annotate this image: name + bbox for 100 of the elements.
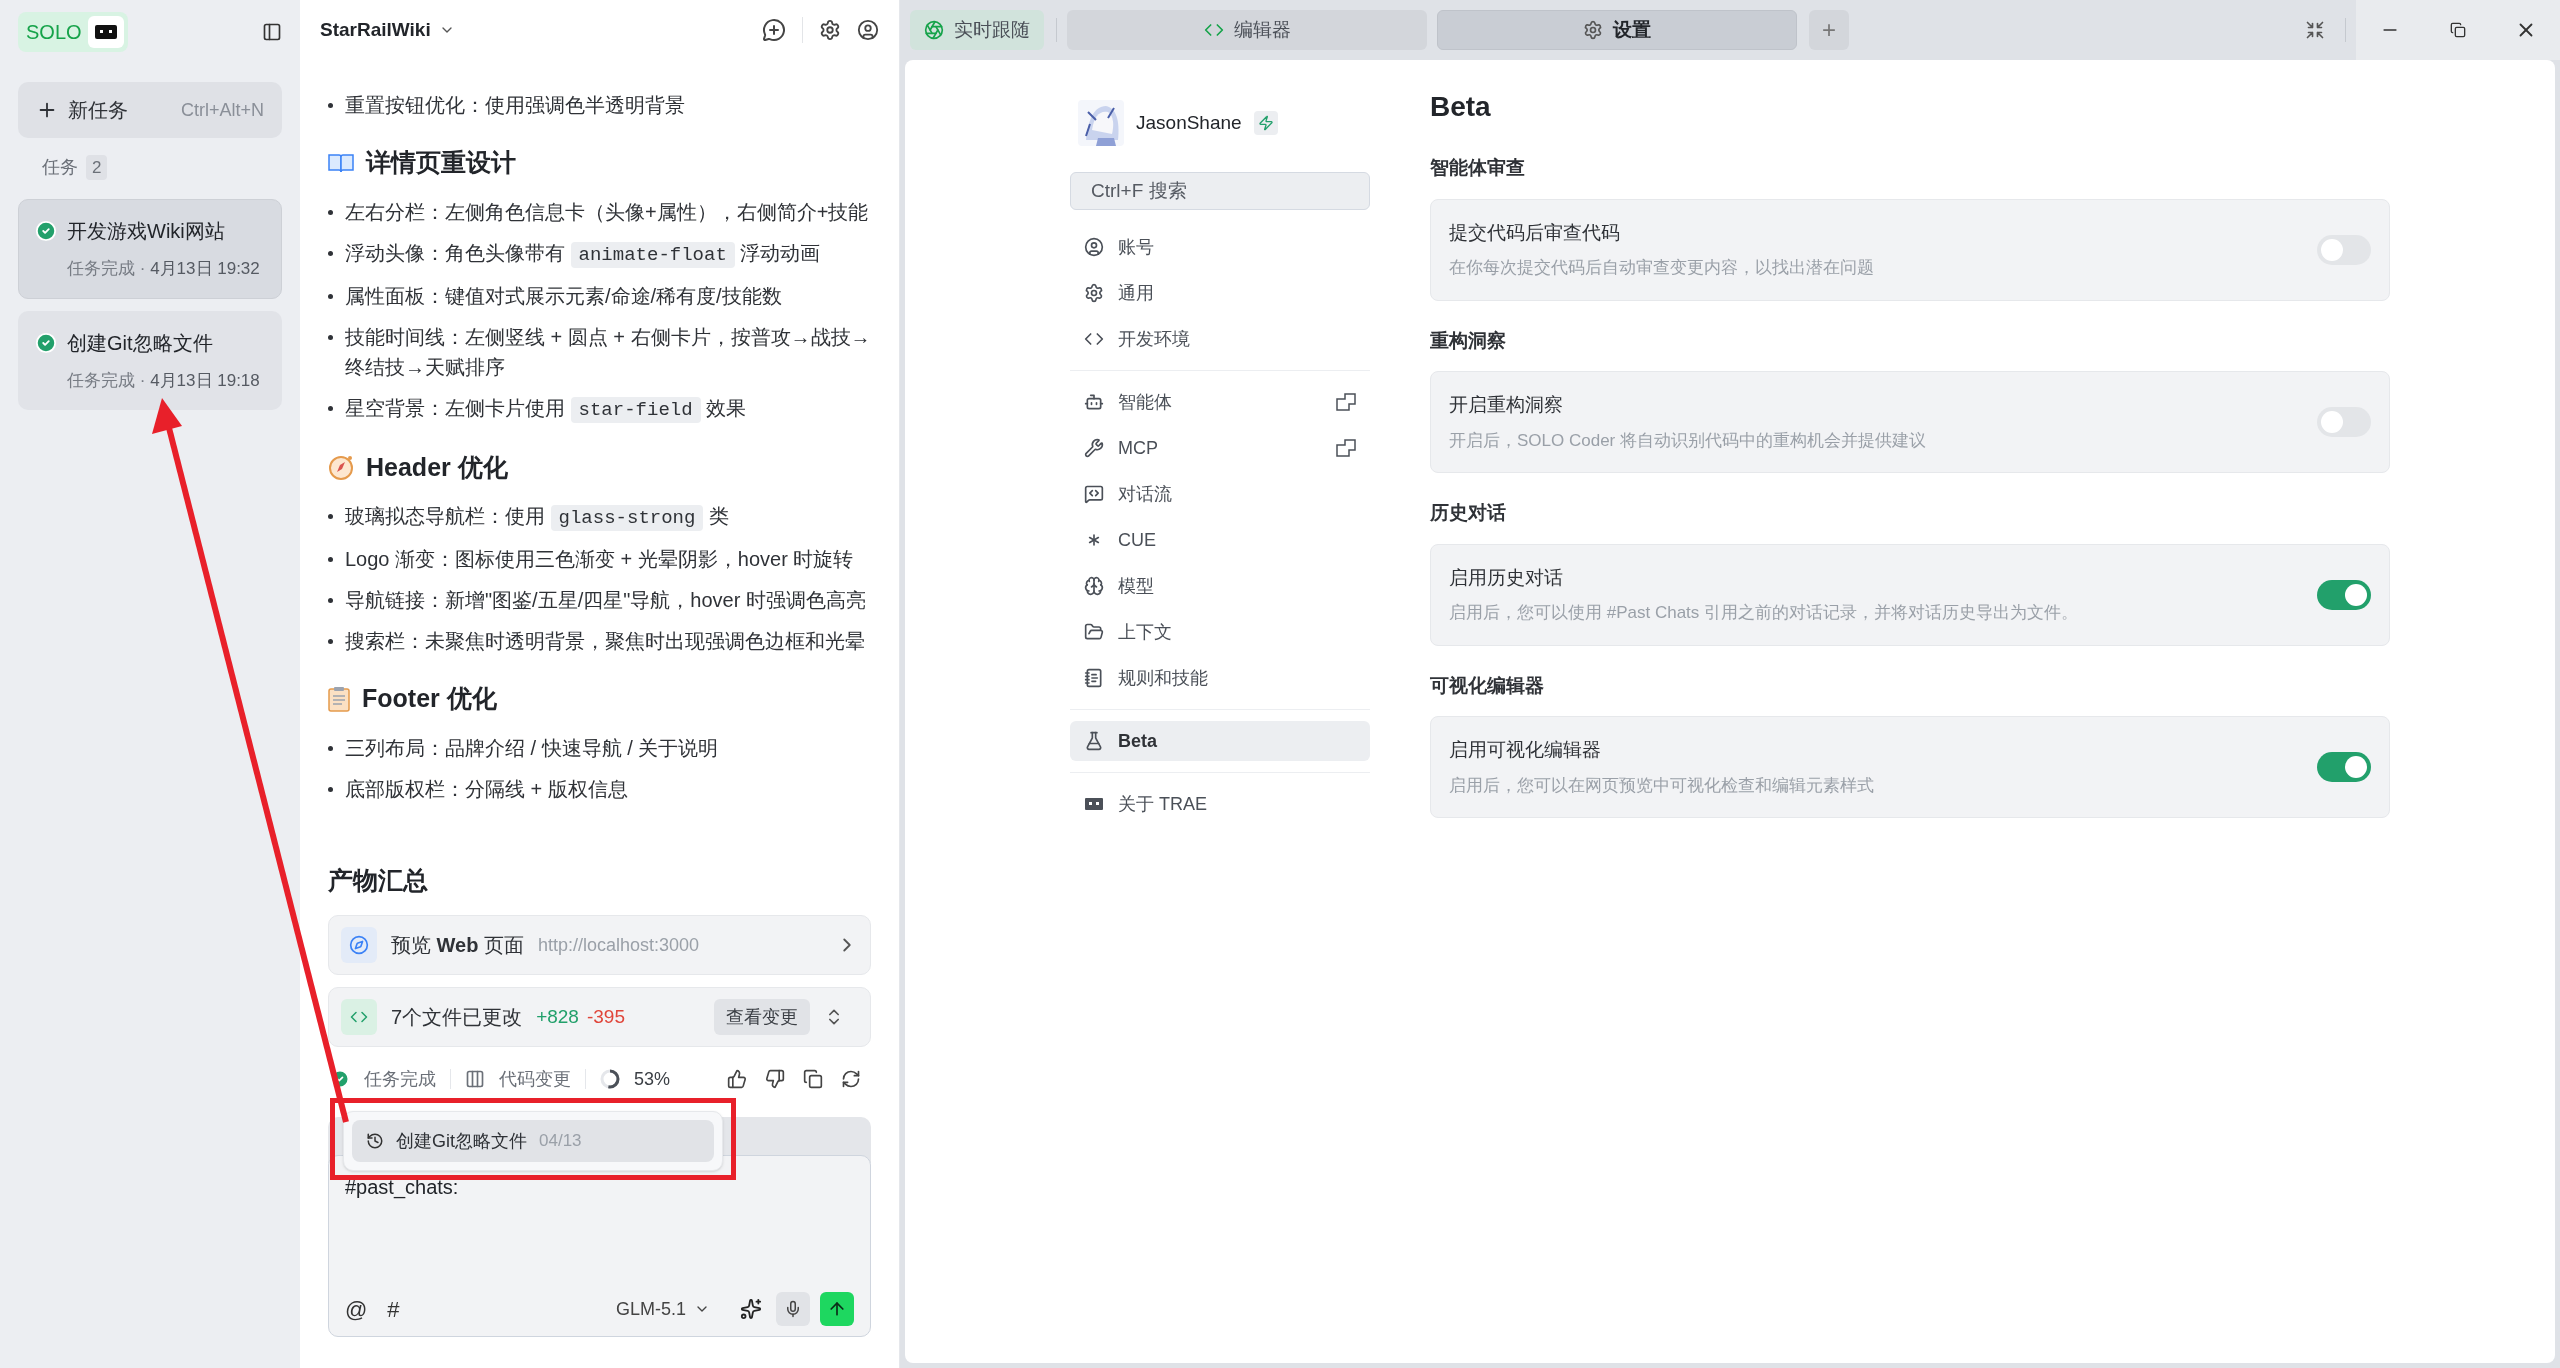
hash-button[interactable]: # — [387, 1292, 400, 1326]
compass-icon — [328, 454, 354, 481]
history-icon — [366, 1132, 384, 1150]
preview-card[interactable]: 预览 Web 页面 http://localhost:3000 — [328, 915, 871, 975]
top-tab[interactable]: 实时跟随 — [910, 10, 1044, 50]
top-tab[interactable]: 设置 — [1437, 10, 1797, 50]
clipboard-icon — [328, 685, 350, 712]
list-item-text: 浮动头像：角色头像带有 animate-float 浮动动画 — [345, 240, 821, 270]
logo-icon — [1084, 796, 1104, 812]
list-item-text: 重置按钮优化：使用强调色半透明背景 — [345, 93, 685, 118]
brain-icon — [1084, 576, 1104, 596]
setting-description: 启用后，您可以使用 #Past Chats 引用之前的对话记录，并将对话历史导出为文件。 — [1449, 602, 2079, 624]
thumbs-down-icon[interactable] — [765, 1069, 785, 1089]
section-heading: Footer 优化 — [362, 683, 497, 714]
model-selector[interactable]: GLM-5.1 — [615, 1295, 710, 1323]
changes-label: 7个文件已更改 — [391, 1005, 523, 1030]
setting-description: 启用后，您可以在网页预览中可视化检查和编辑元素样式 — [1449, 774, 1874, 797]
section-heading: Header 优化 — [366, 451, 508, 483]
toggle-switch[interactable] — [2317, 579, 2371, 610]
microphone-icon — [784, 1300, 802, 1318]
nav-item[interactable]: 对话流 — [1070, 474, 1370, 514]
section-heading: 重构洞察 — [1430, 328, 1507, 353]
sparkles-icon[interactable] — [740, 1298, 762, 1320]
settings-icon — [1084, 283, 1104, 303]
user-icon — [1084, 237, 1104, 257]
account-icon[interactable] — [857, 19, 879, 41]
microphone-button[interactable] — [776, 1292, 810, 1326]
nav-item[interactable]: CUE — [1070, 520, 1370, 560]
section-heading: 可视化编辑器 — [1430, 673, 1545, 698]
toggle-switch[interactable] — [2317, 752, 2371, 782]
setting-description: 在你每次提交代码后自动审查变更内容，以找出潜在问题 — [1449, 257, 1874, 279]
shrink-icon[interactable] — [2305, 20, 2325, 40]
new-chat-icon[interactable] — [762, 18, 786, 42]
settings-icon — [1583, 20, 1603, 40]
flask-icon — [1084, 731, 1104, 751]
list-item-text: 底部版权栏：分隔线 + 版权信息 — [345, 776, 628, 802]
nav-item[interactable]: Beta — [1070, 721, 1370, 761]
task-meta: 任务完成 · 4月13日 19:18 — [67, 369, 261, 392]
nav-item[interactable]: 智能体 — [1070, 382, 1370, 422]
nav-item[interactable]: 规则和技能 — [1070, 658, 1370, 698]
list-item-text: 搜索栏：未聚焦时透明背景，聚焦时出现强调色边框和光晕 — [345, 629, 865, 654]
folder-icon — [1084, 622, 1104, 642]
nav-item[interactable]: 关于 TRAE — [1070, 784, 1370, 824]
refresh-icon[interactable] — [841, 1069, 861, 1089]
view-changes-button[interactable]: 查看变更 — [714, 999, 810, 1035]
restore-icon[interactable] — [2450, 22, 2466, 38]
settings-icon[interactable] — [819, 19, 841, 41]
thumbs-up-icon[interactable] — [727, 1069, 747, 1089]
nav-item[interactable]: MCP — [1070, 428, 1370, 468]
count-badge: 2 — [86, 154, 108, 181]
status-text: 任务完成 — [364, 1067, 436, 1091]
setting-title: 提交代码后审查代码 — [1449, 220, 1621, 245]
section-heading: 智能体审查 — [1430, 156, 1526, 180]
preview-label: 预览 Web 页面 — [391, 933, 524, 958]
mention-button[interactable]: @ — [345, 1292, 368, 1326]
nav-item[interactable]: 通用 — [1070, 273, 1370, 313]
new-task-button[interactable]: 新任务 Ctrl+Alt+N — [18, 82, 282, 138]
code-changes-link[interactable]: 代码变更 — [499, 1065, 571, 1093]
logo-text: SOLO — [26, 20, 82, 45]
task-item[interactable]: 创建Git忽略文件 任务完成 · 4月13日 19:18 — [18, 310, 282, 410]
list-item-text: 左右分栏：左侧角色信息卡（头像+属性），右侧简介+技能 — [345, 199, 869, 225]
setting-description: 开启后，SOLO Coder 将自动识别代码中的重构机会并提供建议 — [1449, 429, 1926, 452]
search-field[interactable]: Ctrl+F 搜索 — [1070, 172, 1370, 210]
page-title: Beta — [1430, 90, 1492, 124]
bot-icon — [1084, 392, 1104, 412]
suggestion-title: 创建Git忽略文件 — [396, 1129, 527, 1153]
sidebar-toggle-icon[interactable] — [262, 22, 282, 42]
suggestion-item[interactable]: 创建Git忽略文件 04/13 — [352, 1120, 714, 1162]
setting-title: 启用可视化编辑器 — [1449, 738, 1602, 762]
toggle-switch[interactable] — [2317, 407, 2371, 437]
top-tab[interactable]: 编辑器 — [1067, 10, 1427, 50]
notebook-icon — [1084, 668, 1104, 688]
list-item-text: 属性面板：键值对式展示元素/命途/稀有度/技能数 — [345, 283, 782, 309]
list-item-text: 导航链接：新增"图鉴/五星/四星"导航，hover 时强调色高亮 — [345, 588, 866, 613]
toggle-switch[interactable] — [2317, 234, 2371, 265]
nav-item[interactable]: 上下文 — [1070, 612, 1370, 652]
setting-title: 启用历史对话 — [1449, 565, 1564, 590]
task-item[interactable]: 开发游戏Wiki网站 任务完成 · 4月13日 19:32 — [18, 199, 282, 299]
compass-icon — [349, 935, 369, 955]
url-text: http://localhost:3000 — [538, 933, 700, 957]
section-heading: 历史对话 — [1430, 501, 1507, 525]
nav-item[interactable]: 开发环境 — [1070, 319, 1370, 359]
task-title: 创建Git忽略文件 — [67, 330, 213, 356]
send-button[interactable] — [820, 1292, 854, 1326]
list-item-text: 技能时间线：左侧竖线 + 圆点 + 右侧卡片，按普攻→战技→终结技→天赋排序 — [345, 324, 871, 380]
book-icon — [328, 151, 354, 174]
nav-item[interactable]: 模型 — [1070, 566, 1370, 606]
wrench-icon — [1084, 438, 1104, 458]
section-label: 任务 — [42, 156, 78, 179]
project-selector[interactable]: StarRailWiki — [320, 15, 455, 45]
message-input[interactable]: #past_chats: — [345, 1172, 854, 1202]
list-item-text: 星空背景：左侧卡片使用 star-field 效果 — [345, 395, 747, 425]
copy-icon[interactable] — [803, 1069, 823, 1089]
chat-icon — [1084, 484, 1104, 504]
task-meta: 任务完成 · 4月13日 19:32 — [67, 258, 261, 280]
suggestion-date: 04/13 — [539, 1130, 582, 1153]
progress-text: 53% — [634, 1067, 671, 1091]
lightning-icon — [1257, 115, 1274, 131]
columns-icon — [465, 1069, 485, 1089]
nav-item[interactable]: 账号 — [1070, 227, 1370, 267]
